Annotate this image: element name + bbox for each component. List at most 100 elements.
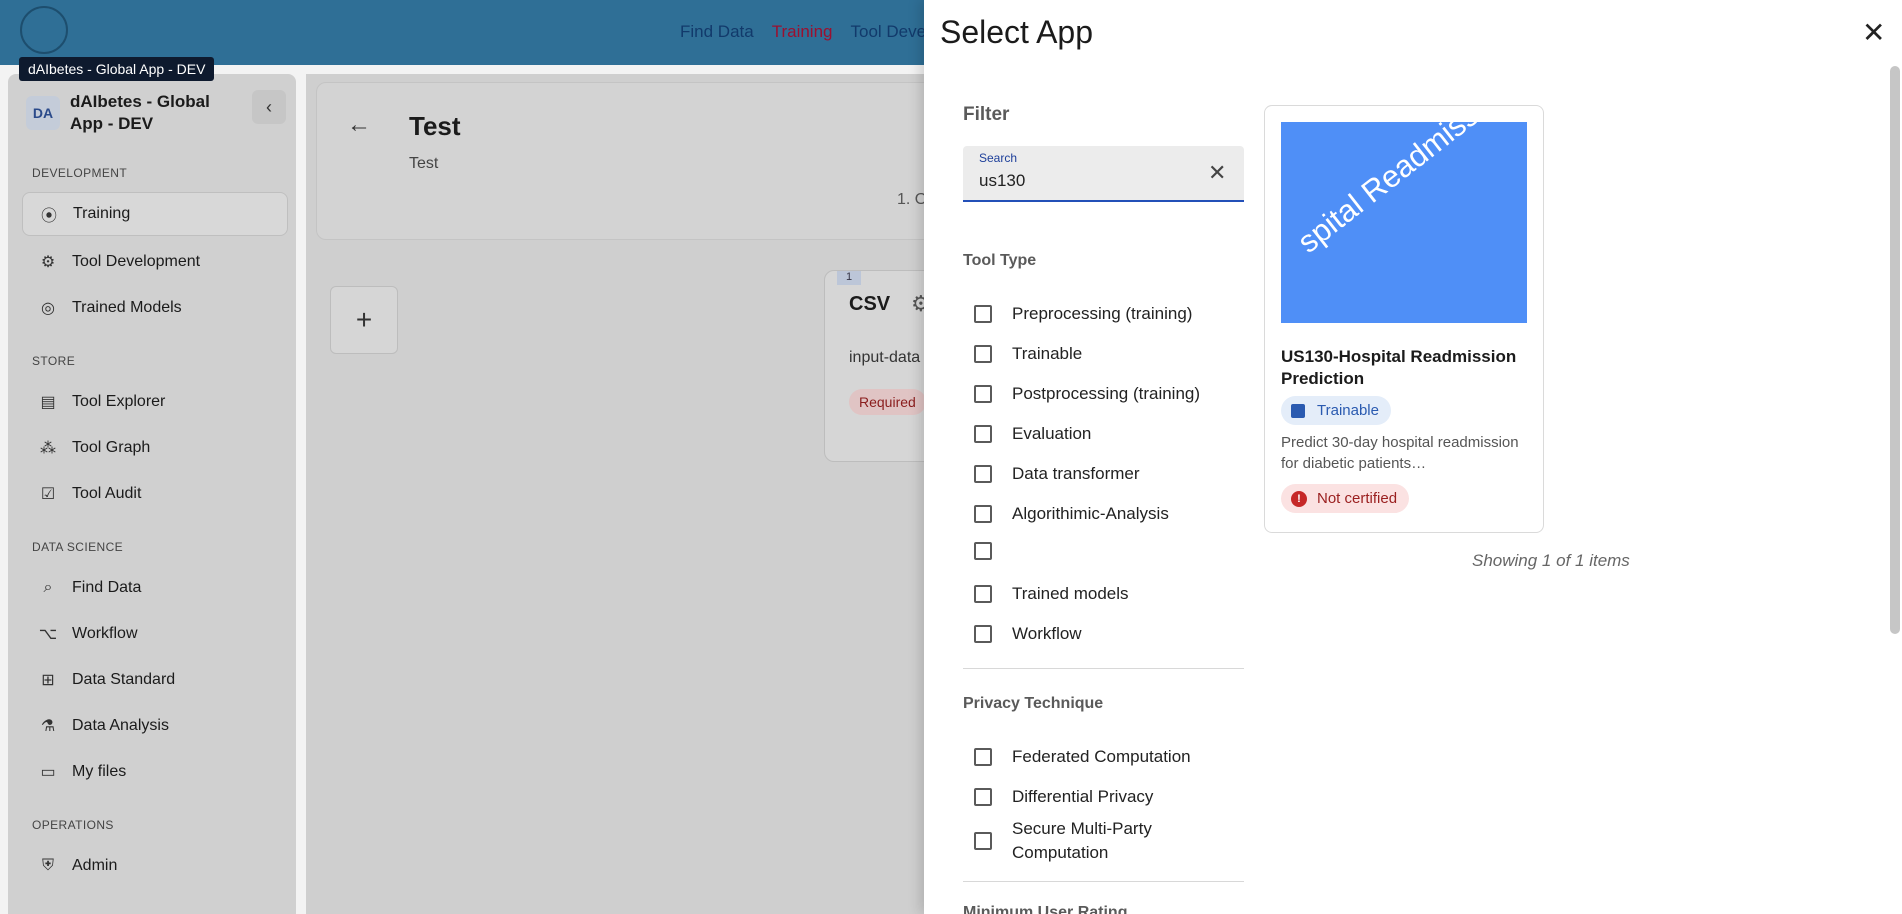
training-icon: ⦿ <box>40 208 57 225</box>
sidebar-item-admin[interactable]: ⛨ Admin <box>22 844 288 888</box>
checkbox-label: Postprocessing (training) <box>1012 384 1201 403</box>
app-card[interactable]: spital Readmission P US130-Hospital Read… <box>1264 105 1544 533</box>
checkbox-data-transformer[interactable]: Data transformer <box>974 462 1140 486</box>
checkbox-icon[interactable] <box>974 788 992 806</box>
sidebar-item-label: Data Standard <box>72 671 176 688</box>
checkbox-icon[interactable] <box>974 305 992 323</box>
sidebar-item-workflow[interactable]: ⌥ Workflow <box>22 612 288 656</box>
node-title: CSV <box>849 293 891 315</box>
back-arrow-icon[interactable]: ← <box>347 111 371 139</box>
privacy-technique-heading: Privacy Technique <box>963 695 1104 712</box>
checkbox-label: Workflow <box>1012 624 1082 643</box>
checkbox-icon[interactable] <box>974 625 992 643</box>
workspace-name: dAIbetes - Global App - DEV <box>70 92 210 133</box>
checkbox-label: Trained models <box>1012 584 1129 603</box>
section-development: DEVELOPMENT <box>32 166 128 180</box>
checkbox-label: Differential Privacy <box>1012 787 1154 806</box>
add-node-button[interactable]: + <box>330 286 398 354</box>
sidebar-item-data-standard[interactable]: ⊞ Data Standard <box>22 658 288 702</box>
sidebar: DA dAIbetes - Global App - DEV ‹ DEVELOP… <box>8 74 296 914</box>
checkbox-trained-models[interactable]: Trained models <box>974 582 1129 606</box>
close-icon[interactable]: ✕ <box>1862 16 1885 49</box>
status-label: Not certified <box>1317 490 1398 507</box>
page-subtitle: Test <box>409 155 439 172</box>
thumbnail-text: spital Readmission P <box>1291 122 1527 260</box>
checkbox-workflow[interactable]: Workflow <box>974 622 1082 646</box>
tool-type-heading: Tool Type <box>963 252 1037 269</box>
search-input[interactable] <box>979 168 1199 194</box>
clear-search-icon[interactable]: ✕ <box>1208 160 1226 186</box>
sidebar-item-tool-explorer[interactable]: ▤ Tool Explorer <box>22 380 288 424</box>
nav-training[interactable]: Training <box>772 22 833 42</box>
scrollbar[interactable] <box>1890 66 1900 634</box>
checkbox-differential-privacy[interactable]: Differential Privacy <box>974 785 1153 809</box>
sidebar-item-label: Tool Development <box>72 253 201 270</box>
app-thumbnail: spital Readmission P <box>1281 122 1527 323</box>
sidebar-item-label: My files <box>72 763 127 780</box>
checkbox-algorithmic-analysis[interactable]: Algorithimic-Analysis <box>974 502 1169 526</box>
sidebar-item-trained-models[interactable]: ◎ Trained Models <box>22 286 288 330</box>
checkbox-icon[interactable] <box>974 748 992 766</box>
checkbox-label: Data transformer <box>1012 464 1140 483</box>
sidebar-item-tool-development[interactable]: ⚙ Tool Development <box>22 240 288 284</box>
sidebar-item-my-files[interactable]: ▭ My files <box>22 750 288 794</box>
admin-icon: ⛨ <box>41 857 54 874</box>
checkbox-label: Secure Multi-Party Computation <box>1012 819 1152 862</box>
plus-icon: + <box>355 304 373 335</box>
results-count: Showing 1 of 1 items <box>1472 551 1630 570</box>
checkbox-icon[interactable] <box>974 542 992 560</box>
app-type-badge: Trainable <box>1281 396 1391 425</box>
search-field[interactable]: Search ✕ <box>963 146 1244 202</box>
checkbox-icon[interactable] <box>974 345 992 363</box>
tool-development-icon: ⚙ <box>40 254 56 271</box>
app-type-label: Trainable <box>1317 402 1379 419</box>
status-badge: ! Not certified <box>1281 484 1410 513</box>
audit-icon: ☑ <box>40 486 56 503</box>
sidebar-item-tool-audit[interactable]: ☑ Tool Audit <box>22 472 288 516</box>
flask-icon: ⚗ <box>40 718 56 735</box>
brain-logo-icon[interactable] <box>20 6 68 54</box>
app-description: Predict 30-day hospital readmission for … <box>1281 434 1519 472</box>
nav-tool-development[interactable]: Tool Devel <box>851 22 930 42</box>
sidebar-item-tool-graph[interactable]: ⁂ Tool Graph <box>22 426 288 470</box>
checkbox-icon[interactable] <box>974 385 992 403</box>
checkbox-secure-mpc[interactable]: Secure Multi-Party Computation <box>974 817 1184 865</box>
sidebar-item-find-data[interactable]: ⌕ Find Data <box>22 566 288 610</box>
checkbox-label: Trainable <box>1012 344 1083 363</box>
checkbox-icon[interactable] <box>974 585 992 603</box>
app-name: US130-Hospital Readmission Prediction <box>1281 347 1517 388</box>
checkbox-postprocessing-training[interactable]: Postprocessing (training) <box>974 382 1200 406</box>
folder-icon: ▭ <box>40 764 56 781</box>
sidebar-item-training[interactable]: ⦿ Training <box>22 192 288 236</box>
section-data-science: DATA SCIENCE <box>32 540 124 554</box>
workflow-icon: ⌥ <box>38 626 58 643</box>
checkbox-label: Algorithimic-Analysis <box>1012 504 1169 523</box>
sidebar-item-label: Tool Graph <box>72 439 151 456</box>
section-operations: OPERATIONS <box>32 818 114 832</box>
workspace-avatar: DA <box>26 96 60 130</box>
checkbox-preprocessing-training[interactable]: Preprocessing (training) <box>974 302 1192 326</box>
sidebar-item-label: Tool Explorer <box>72 393 166 410</box>
sidebar-item-label: Tool Audit <box>72 485 142 502</box>
checkbox-unlabeled[interactable] <box>974 542 1012 560</box>
sidebar-item-label: Data Analysis <box>72 717 169 734</box>
collapse-sidebar-button[interactable]: ‹ <box>252 90 286 124</box>
page-title: Test <box>409 111 461 141</box>
checkbox-federated-computation[interactable]: Federated Computation <box>974 745 1191 769</box>
checkbox-icon[interactable] <box>974 505 992 523</box>
checkbox-icon[interactable] <box>974 832 992 850</box>
trained-models-icon: ◎ <box>41 300 55 317</box>
nav-find-data[interactable]: Find Data <box>680 22 754 42</box>
chart-icon <box>1291 403 1305 418</box>
workspace-tooltip: dAIbetes - Global App - DEV <box>19 57 215 81</box>
checkbox-trainable[interactable]: Trainable <box>974 342 1082 366</box>
select-app-drawer: Select App ✕ Filter Search ✕ Tool Type P… <box>924 0 1902 914</box>
alert-icon: ! <box>1291 490 1307 507</box>
checkbox-evaluation[interactable]: Evaluation <box>974 422 1091 446</box>
checkbox-icon[interactable] <box>974 425 992 443</box>
workspace-switcher[interactable]: DA dAIbetes - Global App - DEV <box>26 91 230 135</box>
sidebar-item-data-analysis[interactable]: ⚗ Data Analysis <box>22 704 288 748</box>
sidebar-item-label: Workflow <box>72 625 138 642</box>
node-number: 1 <box>837 271 861 285</box>
checkbox-icon[interactable] <box>974 465 992 483</box>
